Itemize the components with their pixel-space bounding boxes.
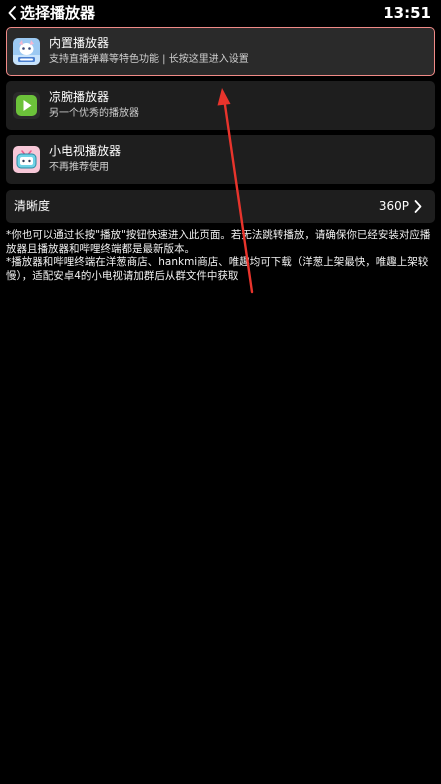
tv-mascot-icon — [13, 146, 40, 173]
quality-value: 360P — [378, 199, 409, 213]
page-title: 选择播放器 — [20, 4, 96, 22]
player-title: 小电视播放器 — [49, 144, 122, 158]
player-option-little-tv[interactable]: 小电视播放器 不再推荐使用 — [6, 135, 435, 184]
back-button[interactable] — [4, 3, 20, 23]
help-notes: *你也可以通过长按"播放"按钮快速进入此页面。若无法跳转播放，请确保你已经安装对… — [6, 229, 436, 283]
play-icon — [13, 92, 40, 119]
player-option-liangwan[interactable]: 凉腕播放器 另一个优秀的播放器 — [6, 81, 435, 130]
note-text: *播放器和哔哩终端在洋葱商店、hankmi商店、唯趣均可下载（洋葱上架最快，唯趣… — [6, 256, 429, 282]
builtin-player-icon — [13, 38, 40, 65]
player-subtitle: 支持直播弹幕等特色功能 | 长按这里进入设置 — [49, 54, 249, 65]
player-title: 内置播放器 — [49, 36, 110, 50]
chevron-left-icon — [8, 6, 16, 20]
player-subtitle: 不再推荐使用 — [49, 162, 109, 173]
player-option-builtin[interactable]: 内置播放器 支持直播弹幕等特色功能 | 长按这里进入设置 — [6, 27, 435, 76]
clock: 13:51 — [383, 4, 431, 22]
chevron-right-icon — [414, 200, 422, 213]
quality-setting-row[interactable]: 清晰度 360P — [6, 190, 435, 223]
player-subtitle: 另一个优秀的播放器 — [49, 108, 139, 119]
player-title: 凉腕播放器 — [49, 90, 110, 104]
quality-label: 清晰度 — [14, 199, 51, 213]
note-text: *你也可以通过长按"播放"按钮快速进入此页面。若无法跳转播放，请确保你已经安装对… — [6, 229, 431, 255]
header-bar: 选择播放器 13:51 — [0, 0, 441, 26]
